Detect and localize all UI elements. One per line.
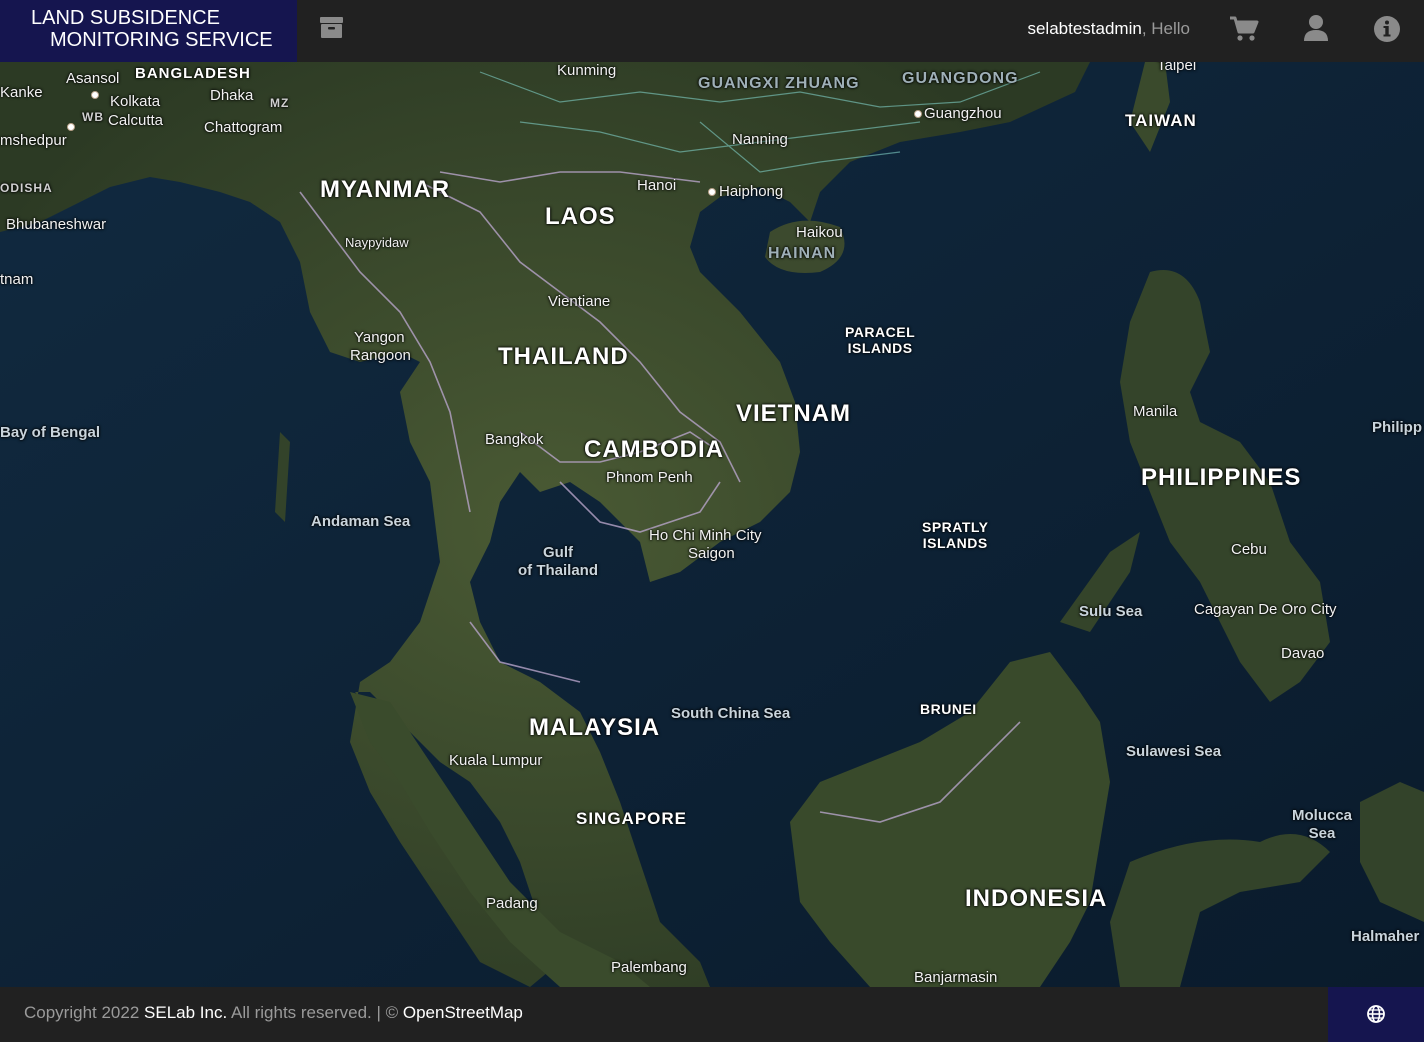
sea-sulu: Sulu Sea xyxy=(1079,603,1143,620)
label-wb: WB xyxy=(82,110,104,124)
sea-south-china: South China Sea xyxy=(671,705,791,722)
rights-text: All rights reserved. | © xyxy=(227,1003,403,1022)
city-kolkata: Kolkata xyxy=(110,93,161,110)
brand-title-line2: MONITORING SERVICE xyxy=(50,29,273,51)
label-odisha: ODISHA xyxy=(0,181,53,195)
osm-link[interactable]: OpenStreetMap xyxy=(403,1003,523,1022)
cart-icon[interactable] xyxy=(1228,13,1260,45)
sea-sulawesi: Sulawesi Sea xyxy=(1126,743,1222,760)
label-vietnam: VIETNAM xyxy=(736,400,851,427)
label-malaysia: MALAYSIA xyxy=(529,714,661,741)
label-paracel-islands: PARACEL ISLANDS xyxy=(845,324,916,356)
city-banjarmasin: Banjarmasin xyxy=(914,969,998,986)
city-naypyidaw: Naypyidaw xyxy=(345,235,409,250)
city-phnom-penh: Phnom Penh xyxy=(606,469,693,486)
label-laos: LAOS xyxy=(545,203,616,230)
city-haikou: Haikou xyxy=(796,224,843,241)
city-guangzhou: Guangzhou xyxy=(924,105,1002,122)
city-jamshedpur: mshedpur xyxy=(0,132,67,149)
city-chattogram: Chattogram xyxy=(204,119,283,136)
label-philipp: Philipp xyxy=(1372,419,1422,436)
city-haiphong: Haiphong xyxy=(719,183,784,200)
label-spratly-islands: SPRATLY ISLANDS xyxy=(922,519,989,551)
city-cagayan: Cagayan De Oro City xyxy=(1194,601,1337,618)
label-singapore: SINGAPORE xyxy=(576,809,688,828)
label-halmahera: Halmaher xyxy=(1351,928,1420,945)
city-rangoon: Rangoon xyxy=(350,347,411,364)
label-brunei: BRUNEI xyxy=(920,701,977,717)
label-myanmar: MYANMAR xyxy=(320,176,451,203)
city-yangon: Yangon xyxy=(354,329,405,346)
city-saigon: Saigon xyxy=(688,545,735,562)
copyright-text: Copyright 2022 SELab Inc. All rights res… xyxy=(24,1003,523,1023)
city-kunming: Kunming xyxy=(557,62,617,79)
city-dot xyxy=(91,91,99,99)
city-hanoi: Hanoi xyxy=(637,177,677,194)
greeting-text: , Hello xyxy=(1141,19,1190,38)
user-greeting: selabtestadmin, Hello xyxy=(1027,19,1190,39)
globe-button[interactable] xyxy=(1328,987,1424,1042)
city-davao: Davao xyxy=(1281,645,1325,662)
city-manila: Manila xyxy=(1133,403,1178,420)
label-guangxi: GUANGXI ZHUANG xyxy=(698,75,860,92)
label-hainan: HAINAN xyxy=(768,245,837,262)
satellite-map[interactable]: MYANMAR LAOS THAILAND VIETNAM CAMBODIA M… xyxy=(0,62,1424,987)
label-taiwan: TAIWAN xyxy=(1125,111,1197,130)
sea-molucca: Molucca Sea xyxy=(1292,807,1353,842)
label-mz: MZ xyxy=(270,96,290,110)
globe-icon xyxy=(1367,1005,1385,1023)
city-taipei: Taipei xyxy=(1157,62,1197,74)
city-kanke: Kanke xyxy=(0,84,43,101)
label-thailand: THAILAND xyxy=(498,343,629,370)
city-ho-chi-minh: Ho Chi Minh City xyxy=(649,527,762,544)
city-calcutta: Calcutta xyxy=(108,112,164,129)
sea-gulf-of-thailand: Gulf of Thailand xyxy=(518,544,598,579)
info-icon[interactable] xyxy=(1371,13,1403,45)
label-bangladesh: BANGLADESH xyxy=(135,65,251,82)
label-guangdong: GUANGDONG xyxy=(902,70,1019,87)
city-asansol: Asansol xyxy=(66,70,120,87)
city-tnam: tnam xyxy=(0,271,34,288)
city-padang: Padang xyxy=(486,895,538,912)
city-nanning: Nanning xyxy=(732,131,788,148)
city-dot xyxy=(914,110,922,118)
label-indonesia: INDONESIA xyxy=(965,885,1108,912)
label-cambodia: CAMBODIA xyxy=(584,436,724,463)
top-bar: LAND SUBSIDENCE MONITORING SERVICE selab… xyxy=(0,0,1424,62)
city-vientiane: Vientiane xyxy=(548,293,611,310)
company-link[interactable]: SELab Inc. xyxy=(144,1003,227,1022)
brand-logo[interactable]: LAND SUBSIDENCE MONITORING SERVICE xyxy=(0,0,297,62)
city-dhaka: Dhaka xyxy=(210,87,254,104)
copyright-prefix: Copyright 2022 xyxy=(24,1003,145,1022)
brand-title-line1: LAND SUBSIDENCE xyxy=(31,7,220,29)
city-kuala-lumpur: Kuala Lumpur xyxy=(449,752,543,769)
map-base-layer xyxy=(0,62,1424,987)
label-philippines: PHILIPPINES xyxy=(1141,464,1302,491)
archive-icon[interactable] xyxy=(316,12,348,44)
city-dot xyxy=(67,123,75,131)
city-palembang: Palembang xyxy=(611,959,687,976)
city-dot xyxy=(708,188,716,196)
city-bhubaneshwar: Bhubaneshwar xyxy=(6,216,107,233)
username: selabtestadmin xyxy=(1027,19,1142,38)
sea-bay-of-bengal: Bay of Bengal xyxy=(0,424,101,441)
user-icon[interactable] xyxy=(1300,13,1332,45)
city-cebu: Cebu xyxy=(1231,541,1267,558)
city-bangkok: Bangkok xyxy=(485,431,544,448)
footer-bar: Copyright 2022 SELab Inc. All rights res… xyxy=(0,987,1424,1042)
sea-andaman: Andaman Sea xyxy=(311,513,411,530)
